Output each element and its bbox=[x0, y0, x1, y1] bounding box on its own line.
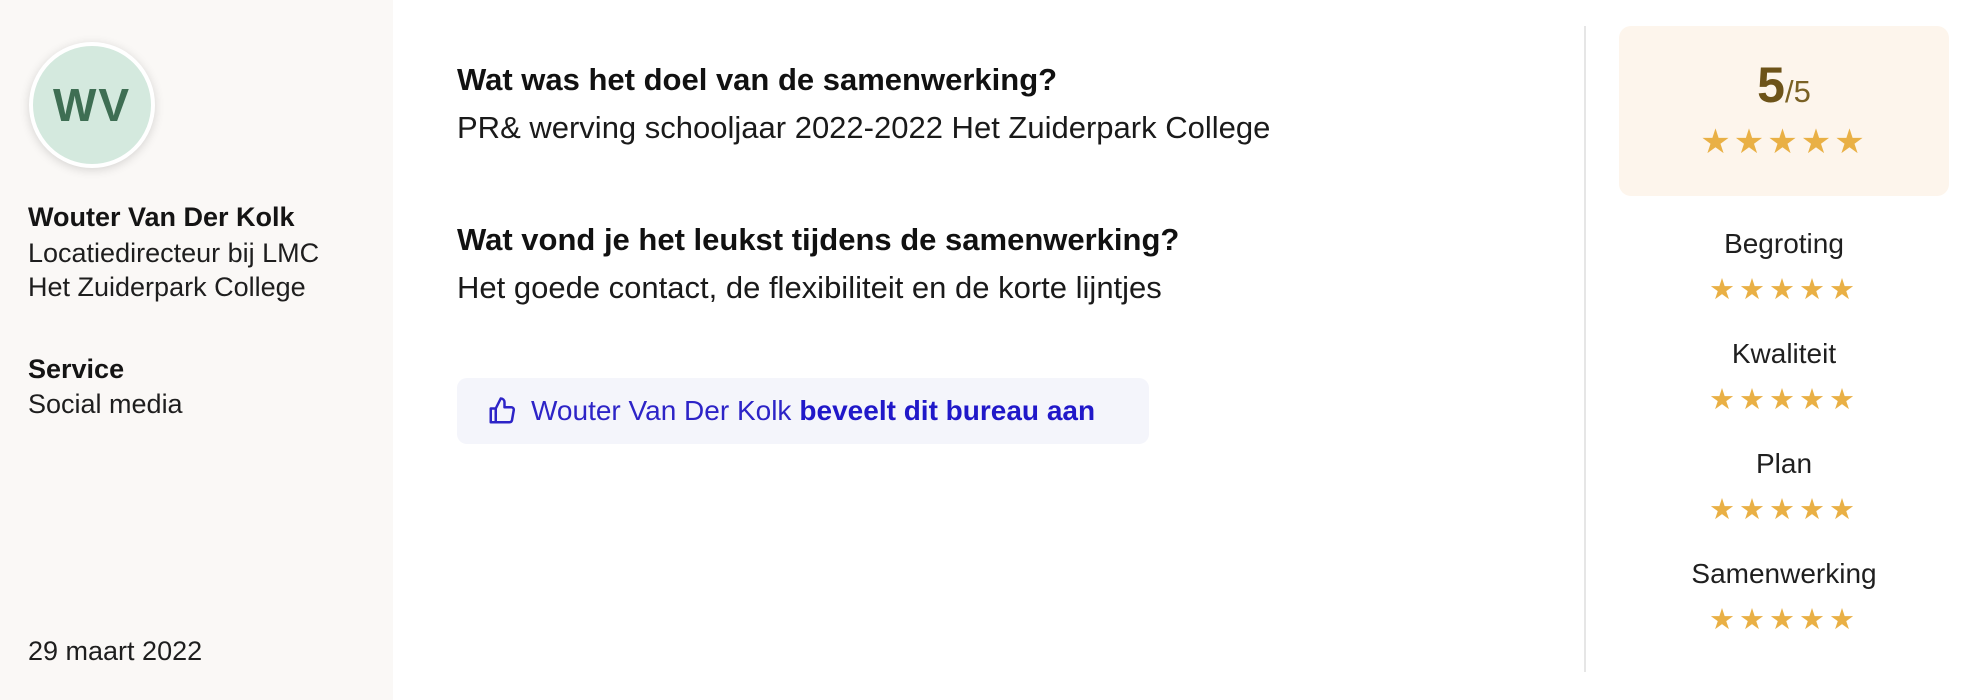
avatar: WV bbox=[29, 42, 155, 168]
overall-score: 5/5 ★★★★★ bbox=[1619, 26, 1949, 196]
review-date: 29 maart 2022 bbox=[28, 636, 203, 666]
answer-goal: PR& werving schooljaar 2022-2022 Het Zui… bbox=[457, 110, 1271, 145]
rating-stars: ★★★★★ bbox=[1709, 384, 1859, 416]
question-goal: Wat was het doel van de samenwerking? bbox=[457, 62, 1058, 97]
rating-stars: ★★★★★ bbox=[1709, 274, 1859, 306]
rating-kwaliteit: Kwaliteit ★★★★★ bbox=[1619, 338, 1949, 417]
thumbs-up-icon bbox=[487, 396, 517, 426]
question-best-part: Wat vond je het leukst tijdens de samenw… bbox=[457, 222, 1180, 257]
reviewer-role: Locatiedirecteur bij LMC Het Zuiderpark … bbox=[28, 238, 320, 302]
recommendation-badge: Wouter Van Der Kolk beveelt dit bureau a… bbox=[457, 378, 1149, 444]
answer-best-part: Het goede contact, de flexibiliteit en d… bbox=[457, 270, 1162, 305]
score-stars: ★★★★★ bbox=[1700, 123, 1868, 161]
recommendation-text: beveelt dit bureau aan bbox=[799, 395, 1096, 426]
service-value: Social media bbox=[28, 389, 183, 419]
rating-label: Kwaliteit bbox=[1731, 338, 1837, 369]
rating-label: Samenwerking bbox=[1691, 558, 1877, 589]
rating-label: Plan bbox=[1755, 448, 1813, 479]
score-value: 5 bbox=[1757, 57, 1785, 113]
rating-begroting: Begroting ★★★★★ bbox=[1619, 228, 1949, 307]
column-divider bbox=[1584, 26, 1586, 672]
recommendation-name: Wouter Van Der Kolk bbox=[531, 395, 792, 426]
score-max: /5 bbox=[1784, 74, 1811, 109]
reviewer-panel: WV Wouter Van Der Kolk Locatiedirecteur … bbox=[0, 0, 393, 700]
service-label: Service bbox=[28, 354, 125, 384]
rating-label: Begroting bbox=[1724, 228, 1844, 259]
rating-samenwerking: Samenwerking ★★★★★ bbox=[1619, 558, 1949, 637]
rating-stars: ★★★★★ bbox=[1709, 494, 1859, 526]
score-value-line: 5/5 bbox=[1619, 56, 1949, 114]
reviewer-name: Wouter Van Der Kolk bbox=[28, 202, 295, 232]
rating-stars: ★★★★★ bbox=[1709, 604, 1859, 636]
rating-plan: Plan ★★★★★ bbox=[1619, 448, 1949, 527]
